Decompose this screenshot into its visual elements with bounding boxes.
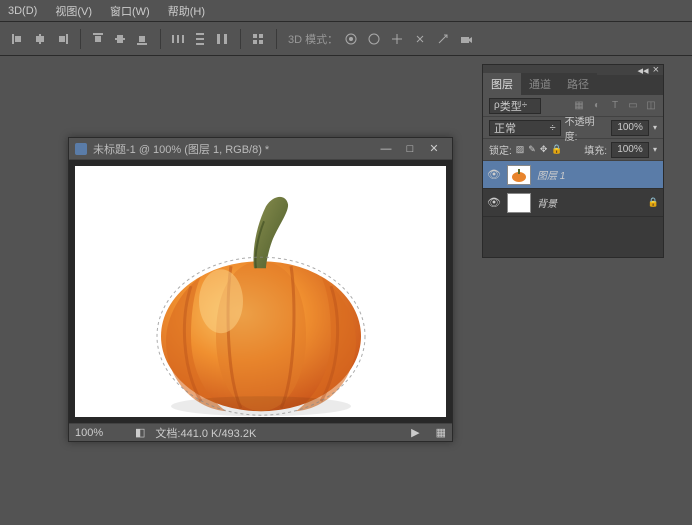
- blend-row: 正常÷ 不透明度: 100% ▾: [483, 117, 663, 139]
- tab-channels[interactable]: 通道: [521, 73, 559, 95]
- status-right-icon: ▦: [436, 426, 446, 439]
- document-title: 未标题-1 @ 100% (图层 1, RGB/8) *: [93, 141, 374, 157]
- filter-shape-icon[interactable]: ▭: [627, 100, 639, 112]
- slide-icon[interactable]: [410, 29, 430, 49]
- fill-label: 填充:: [584, 142, 607, 157]
- file-info: 文档:441.0 K/493.2K: [155, 425, 256, 441]
- lock-all-icon[interactable]: 🔒: [551, 144, 562, 155]
- lock-pos-icon[interactable]: ✥: [540, 144, 548, 155]
- layers-panel: ◂◂ × 图层 通道 路径 ρ 类型 ÷ ▦ ◐ T ▭ ◫ 正常÷ 不透明度:…: [482, 64, 664, 258]
- opacity-label: 不透明度:: [565, 113, 608, 143]
- document-statusbar: 100% ◧ 文档:441.0 K/493.2K ▶ ▦: [69, 423, 452, 441]
- layer-name: 图层 1: [537, 167, 565, 182]
- opacity-input[interactable]: 100%: [611, 120, 649, 136]
- camera-icon[interactable]: [456, 29, 476, 49]
- align-center-h-icon[interactable]: [30, 29, 50, 49]
- align-left-icon[interactable]: [8, 29, 28, 49]
- layer-item[interactable]: 👁 图层 1: [483, 161, 663, 189]
- filter-smart-icon[interactable]: ◫: [645, 100, 657, 112]
- blend-mode-dropdown[interactable]: 正常÷: [489, 120, 561, 136]
- panel-tabs: 图层 通道 路径: [483, 75, 663, 95]
- menu-view[interactable]: 视图(V): [55, 3, 92, 19]
- filter-adjust-icon[interactable]: ◐: [591, 100, 603, 112]
- align-middle-icon[interactable]: [110, 29, 130, 49]
- distribute-h-icon[interactable]: [168, 29, 188, 49]
- align-top-icon[interactable]: [88, 29, 108, 49]
- roll-icon[interactable]: [364, 29, 384, 49]
- lock-label: 锁定:: [489, 142, 512, 157]
- canvas[interactable]: [75, 166, 446, 417]
- layer-name: 背景: [537, 195, 557, 210]
- lock-pixel-icon[interactable]: ✎: [528, 144, 536, 155]
- auto-align-icon[interactable]: [248, 29, 268, 49]
- close-panel-icon[interactable]: ×: [653, 64, 659, 76]
- filter-type-icon[interactable]: T: [609, 100, 621, 112]
- lock-icon: 🔒: [648, 197, 659, 208]
- tab-paths[interactable]: 路径: [559, 73, 597, 95]
- align-bottom-icon[interactable]: [132, 29, 152, 49]
- filter-type-dropdown[interactable]: ρ 类型 ÷: [489, 98, 541, 114]
- menu-window[interactable]: 窗口(W): [110, 3, 150, 19]
- menu-bar: 3D(D) 视图(V) 窗口(W) 帮助(H): [0, 0, 692, 22]
- menu-3d[interactable]: 3D(D): [8, 5, 37, 17]
- document-window: 未标题-1 @ 100% (图层 1, RGB/8) * — □ ✕: [68, 137, 453, 442]
- lock-trans-icon[interactable]: ▨: [516, 144, 525, 155]
- menu-help[interactable]: 帮助(H): [168, 3, 205, 19]
- align-right-icon[interactable]: [52, 29, 72, 49]
- play-icon[interactable]: ▶: [411, 426, 419, 439]
- ps-icon: [75, 143, 87, 155]
- layer-thumbnail[interactable]: [507, 165, 531, 185]
- workspace: 未标题-1 @ 100% (图层 1, RGB/8) * — □ ✕: [0, 56, 692, 525]
- layer-thumbnail[interactable]: [507, 193, 531, 213]
- visibility-eye-icon[interactable]: 👁: [487, 168, 501, 182]
- pumpkin-image: [146, 186, 376, 416]
- options-bar: 3D 模式：: [0, 22, 692, 56]
- pan-icon[interactable]: [387, 29, 407, 49]
- close-button[interactable]: ✕: [422, 141, 446, 157]
- opacity-chevron-icon[interactable]: ▾: [653, 123, 657, 132]
- distribute-icon[interactable]: [212, 29, 232, 49]
- scale-icon[interactable]: [433, 29, 453, 49]
- zoom-value[interactable]: 100%: [75, 427, 125, 439]
- distribute-v-icon[interactable]: [190, 29, 210, 49]
- minimize-button[interactable]: —: [374, 141, 398, 157]
- canvas-area: [69, 160, 452, 423]
- tab-layers[interactable]: 图层: [483, 73, 521, 95]
- layer-item[interactable]: 👁 背景 🔒: [483, 189, 663, 217]
- visibility-eye-icon[interactable]: 👁: [487, 196, 501, 210]
- layer-list: 👁 图层 1 👁 背景 🔒: [483, 161, 663, 257]
- filter-pixel-icon[interactable]: ▦: [573, 100, 585, 112]
- fill-chevron-icon[interactable]: ▾: [653, 145, 657, 154]
- collapse-icon[interactable]: ◂◂: [638, 64, 649, 77]
- 3d-mode-label: 3D 模式：: [288, 31, 338, 47]
- orbit-icon[interactable]: [341, 29, 361, 49]
- status-icon: ◧: [135, 426, 145, 439]
- maximize-button[interactable]: □: [398, 141, 422, 157]
- fill-input[interactable]: 100%: [611, 142, 649, 158]
- document-titlebar[interactable]: 未标题-1 @ 100% (图层 1, RGB/8) * — □ ✕: [69, 138, 452, 160]
